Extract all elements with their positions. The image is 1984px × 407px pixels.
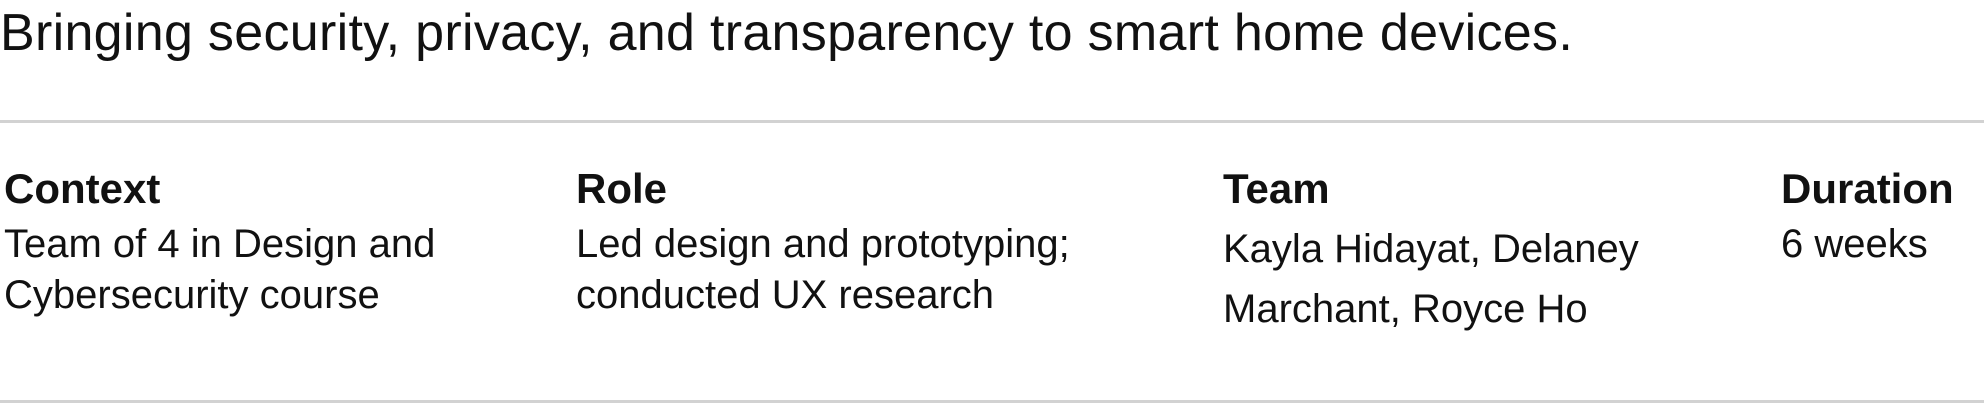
duration-heading: Duration (1781, 165, 1954, 212)
duration-value: 6 weeks (1781, 219, 1954, 270)
bottom-divider (0, 400, 1984, 403)
context-heading: Context (4, 165, 161, 212)
team-members: Kayla Hidayat, Delaney Marchant, Royce H… (1223, 219, 1639, 339)
role-line: Led design and prototyping; (576, 222, 1070, 266)
team-column: Team Kayla Hidayat, Delaney Marchant, Ro… (1223, 163, 1639, 339)
role-heading: Role (576, 165, 668, 212)
context-description: Team of 4 in Design and Cybersecurity co… (4, 219, 435, 321)
role-description: Led design and prototyping; conducted UX… (576, 219, 1070, 321)
team-heading: Team (1223, 165, 1330, 212)
duration-line: 6 weeks (1781, 222, 1928, 266)
team-line: Kayla Hidayat, Delaney (1223, 227, 1639, 271)
context-column: Context Team of 4 in Design and Cybersec… (4, 163, 435, 321)
team-line: Marchant, Royce Ho (1223, 287, 1588, 331)
top-divider (0, 120, 1984, 123)
project-tagline: Bringing security, privacy, and transpar… (0, 4, 1574, 62)
role-column: Role Led design and prototyping; conduct… (576, 163, 1070, 321)
context-line: Cybersecurity course (4, 273, 380, 317)
context-line: Team of 4 in Design and (4, 222, 436, 266)
duration-column: Duration 6 weeks (1781, 163, 1954, 270)
role-line: conducted UX research (576, 273, 995, 317)
